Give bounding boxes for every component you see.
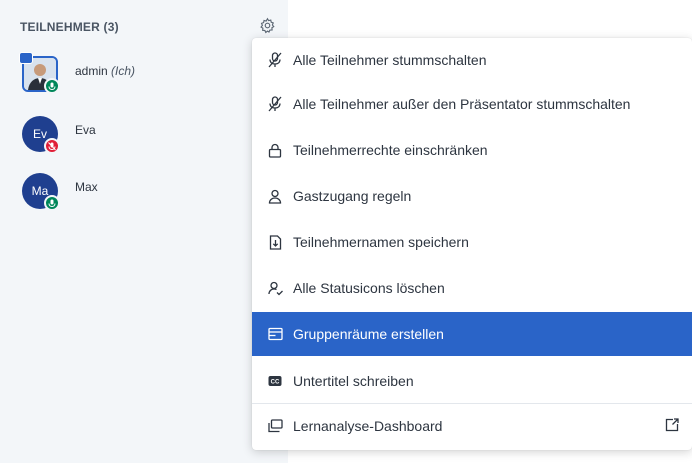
menu-item-learning-dashboard[interactable]: Lernanalyse-Dashboard <box>252 404 692 448</box>
menu-item-clear-status[interactable]: Alle Statusicons löschen <box>252 266 692 310</box>
mute-icon <box>267 96 283 112</box>
user-icon <box>267 188 283 204</box>
participant-name: Max <box>75 180 98 194</box>
participant-admin[interactable]: admin (Ich) <box>19 52 262 100</box>
menu-item-create-breakout-rooms[interactable]: Gruppenräume erstellen <box>252 312 692 356</box>
svg-text:CC: CC <box>271 380 280 386</box>
mute-icon <box>267 52 283 68</box>
participant-name: Eva <box>75 123 96 137</box>
external-link-icon <box>665 418 679 432</box>
gear-icon[interactable] <box>259 17 276 34</box>
menu-item-write-captions[interactable]: CC Untertitel schreiben <box>252 359 692 403</box>
moderator-badge <box>19 52 33 64</box>
clear-status-icon <box>267 280 283 296</box>
lock-icon <box>267 142 283 158</box>
mic-muted-icon <box>44 138 60 154</box>
closed-captions-icon: CC <box>267 373 283 389</box>
dashboard-icon <box>267 418 283 434</box>
breakout-room-icon <box>267 326 283 342</box>
participant-max[interactable]: Ma Max <box>22 173 262 217</box>
app-root: TEILNEHMER (3) admin (Ich) Ev Eva Ma Max… <box>0 0 692 463</box>
menu-item-lock-viewers[interactable]: Teilnehmerrechte einschränken <box>252 128 692 172</box>
mic-status-icon <box>44 195 60 211</box>
download-file-icon <box>267 234 283 250</box>
participants-sidebar: TEILNEHMER (3) admin (Ich) Ev Eva Ma Max <box>0 0 288 463</box>
participants-header: TEILNEHMER (3) <box>20 20 119 34</box>
participant-eva[interactable]: Ev Eva <box>22 116 262 160</box>
menu-item-guest-policy[interactable]: Gastzugang regeln <box>252 174 692 218</box>
mic-status-icon <box>44 78 60 94</box>
menu-item-mute-all[interactable]: Alle Teilnehmer stummschalten <box>252 38 692 82</box>
participant-name: admin (Ich) <box>75 64 136 78</box>
menu-item-mute-all-except-presenter[interactable]: Alle Teilnehmer außer den Präsentator st… <box>252 82 692 126</box>
menu-item-save-names[interactable]: Teilnehmernamen speichern <box>252 220 692 264</box>
participants-options-menu: Alle Teilnehmer stummschalten Alle Teiln… <box>252 38 692 450</box>
